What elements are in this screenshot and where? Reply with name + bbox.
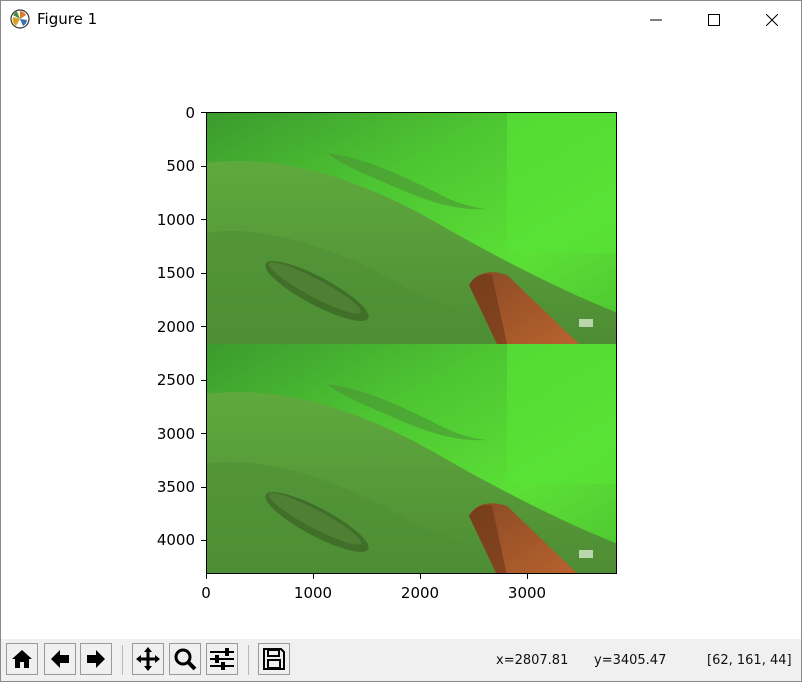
x-tick-label: 2000 xyxy=(400,584,440,602)
navigation-toolbar: x=2807.81 y=3405.47 [62, 161, 44] xyxy=(1,639,801,681)
status-y-coordinate: y=3405.47 xyxy=(594,653,667,668)
arrow-right-icon xyxy=(87,650,105,668)
close-icon xyxy=(766,14,778,26)
magnifier-icon xyxy=(174,648,197,671)
y-tick-label: 4000 xyxy=(156,531,195,549)
x-tick-mark xyxy=(420,574,421,579)
save-button[interactable] xyxy=(258,643,290,675)
x-tick-label: 0 xyxy=(201,584,211,602)
configure-subplots-button[interactable] xyxy=(206,643,238,675)
x-tick-mark xyxy=(313,574,314,579)
underwater-image xyxy=(207,113,616,573)
y-tick-label: 2500 xyxy=(156,371,195,389)
sliders-icon xyxy=(210,648,234,670)
toolbar-separator xyxy=(122,645,123,675)
forward-button[interactable] xyxy=(80,643,112,675)
maximize-button[interactable] xyxy=(685,1,743,39)
x-tick-mark xyxy=(527,574,528,579)
minimize-button[interactable] xyxy=(627,1,685,39)
move-icon xyxy=(136,647,160,671)
y-tick-label: 3500 xyxy=(156,478,195,496)
y-tick-label: 500 xyxy=(166,157,195,175)
matplotlib-logo-icon xyxy=(10,9,30,29)
arrow-left-icon xyxy=(51,650,69,668)
y-tick-label: 1500 xyxy=(156,264,195,282)
back-button[interactable] xyxy=(44,643,76,675)
status-x-coordinate: x=2807.81 xyxy=(496,653,569,668)
toolbar-separator xyxy=(248,645,249,675)
image-axes[interactable] xyxy=(206,112,617,574)
figure-window: Figure 1 0 500 1000 1500 2000 2500 3000 … xyxy=(0,0,802,682)
pan-button[interactable] xyxy=(132,643,164,675)
title-bar: Figure 1 xyxy=(1,1,801,39)
close-button[interactable] xyxy=(743,1,801,39)
minimize-icon xyxy=(650,19,662,21)
x-tick-mark xyxy=(206,574,207,579)
y-tick-label: 3000 xyxy=(156,425,195,443)
floppy-disk-icon xyxy=(263,648,285,670)
y-tick-label: 1000 xyxy=(156,211,195,229)
y-tick-label: 2000 xyxy=(156,318,195,336)
home-icon xyxy=(12,650,32,668)
home-button[interactable] xyxy=(6,643,38,675)
x-tick-label: 1000 xyxy=(293,584,333,602)
window-title: Figure 1 xyxy=(37,10,98,28)
figure-canvas[interactable]: 0 500 1000 1500 2000 2500 3000 3500 4000 xyxy=(1,39,801,639)
y-tick-label: 0 xyxy=(185,104,195,122)
status-pixel-value: [62, 161, 44] xyxy=(707,653,792,668)
zoom-button[interactable] xyxy=(169,643,201,675)
maximize-icon xyxy=(708,14,720,26)
x-tick-label: 3000 xyxy=(507,584,547,602)
